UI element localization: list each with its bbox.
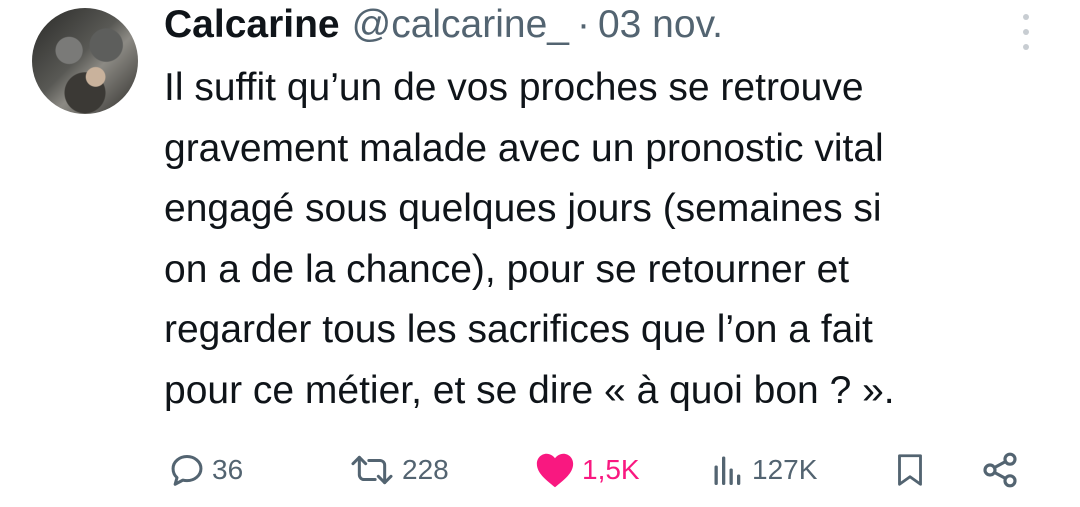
retweet-button[interactable]: 228: [348, 440, 449, 500]
bookmark-button[interactable]: [892, 440, 928, 500]
like-count: 1,5K: [582, 454, 640, 485]
tweet-actions-bar: 36 228 1,5K 127K: [0, 440, 1080, 500]
author-handle[interactable]: @calcarine_: [352, 3, 569, 47]
tweet-text-line: on a de la chance), pour se retourner et: [164, 247, 850, 291]
reply-count: 36: [212, 454, 244, 485]
tweet-text-line: Il suffit qu’un de vos proches se retrou…: [164, 66, 864, 109]
tweet-header: Calcarine @calcarine_ · 03 nov.: [164, 3, 723, 49]
views-button[interactable]: 127K: [710, 440, 817, 500]
views-count: 127K: [752, 454, 818, 485]
tweet-text: Il suffit qu’un de vos proches se retrou…: [164, 58, 1064, 421]
speech-bubble-icon: [171, 455, 203, 486]
reply-button[interactable]: 36: [168, 440, 243, 500]
share-nodes-icon: [983, 452, 1017, 488]
tweet-text-line: pour ce métier, et se dire « à quoi bon …: [164, 368, 895, 412]
header-separator: ·: [576, 3, 590, 46]
vertical-dots-icon: [1023, 14, 1029, 20]
tweet-text-line: engagé sous quelques jours (semaines si: [164, 187, 882, 230]
author-avatar[interactable]: [32, 8, 138, 114]
share-button[interactable]: [980, 440, 1020, 500]
like-button[interactable]: 1,5K: [534, 440, 640, 500]
heart-filled-icon: [536, 453, 574, 488]
tweet-date[interactable]: 03 nov.: [598, 3, 723, 47]
tweet-text-line: regarder tous les sacrifices que l’on a …: [164, 308, 873, 351]
bookmark-icon: [898, 454, 922, 486]
retweet-arrows-icon: [351, 455, 393, 485]
tweet-text-line: gravement malade avec un pronostic vital: [164, 126, 884, 170]
author-name[interactable]: Calcarine: [164, 3, 340, 47]
retweet-count: 228: [402, 454, 449, 485]
more-options-button[interactable]: [1016, 14, 1036, 50]
bar-chart-icon: [714, 456, 741, 485]
